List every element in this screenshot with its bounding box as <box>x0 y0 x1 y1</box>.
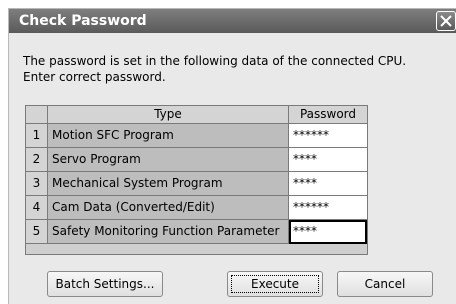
password-field[interactable]: **** <box>289 148 367 172</box>
header-number <box>26 106 48 124</box>
row-type: Cam Data (Converted/Edit) <box>48 196 289 220</box>
dialog-message: The password is set in the following dat… <box>23 53 443 85</box>
message-line-1: The password is set in the following dat… <box>23 54 407 68</box>
close-icon <box>440 15 452 27</box>
dialog-title: Check Password <box>19 13 147 29</box>
focus-rectangle <box>231 275 319 293</box>
table-row: 1 Motion SFC Program ****** <box>26 124 367 148</box>
close-button[interactable] <box>436 11 456 31</box>
password-table: Type Password 1 Motion SFC Program *****… <box>25 105 368 255</box>
password-field[interactable]: **** <box>289 220 367 244</box>
password-field[interactable]: **** <box>289 172 367 196</box>
row-type: Safety Monitoring Function Parameter <box>48 220 289 244</box>
row-number: 2 <box>26 148 48 172</box>
row-type: Servo Program <box>48 148 289 172</box>
header-type: Type <box>48 106 289 124</box>
table-row: 3 Mechanical System Program **** <box>26 172 367 196</box>
header-password: Password <box>289 106 367 124</box>
title-bar: Check Password <box>9 9 456 33</box>
cancel-button[interactable]: Cancel <box>337 271 433 297</box>
row-number: 1 <box>26 124 48 148</box>
row-number: 4 <box>26 196 48 220</box>
row-type: Motion SFC Program <box>48 124 289 148</box>
table-row: 4 Cam Data (Converted/Edit) ****** <box>26 196 367 220</box>
message-line-2: Enter correct password. <box>23 70 166 84</box>
row-number: 3 <box>26 172 48 196</box>
row-number: 5 <box>26 220 48 244</box>
batch-settings-button[interactable]: Batch Settings... <box>47 271 163 297</box>
table-row: 5 Safety Monitoring Function Parameter *… <box>26 220 367 244</box>
table-row: 2 Servo Program **** <box>26 148 367 172</box>
check-password-dialog: Check Password The password is set in th… <box>8 8 456 304</box>
password-field[interactable]: ****** <box>289 124 367 148</box>
row-type: Mechanical System Program <box>48 172 289 196</box>
password-field[interactable]: ****** <box>289 196 367 220</box>
execute-button[interactable]: Execute <box>227 271 323 297</box>
